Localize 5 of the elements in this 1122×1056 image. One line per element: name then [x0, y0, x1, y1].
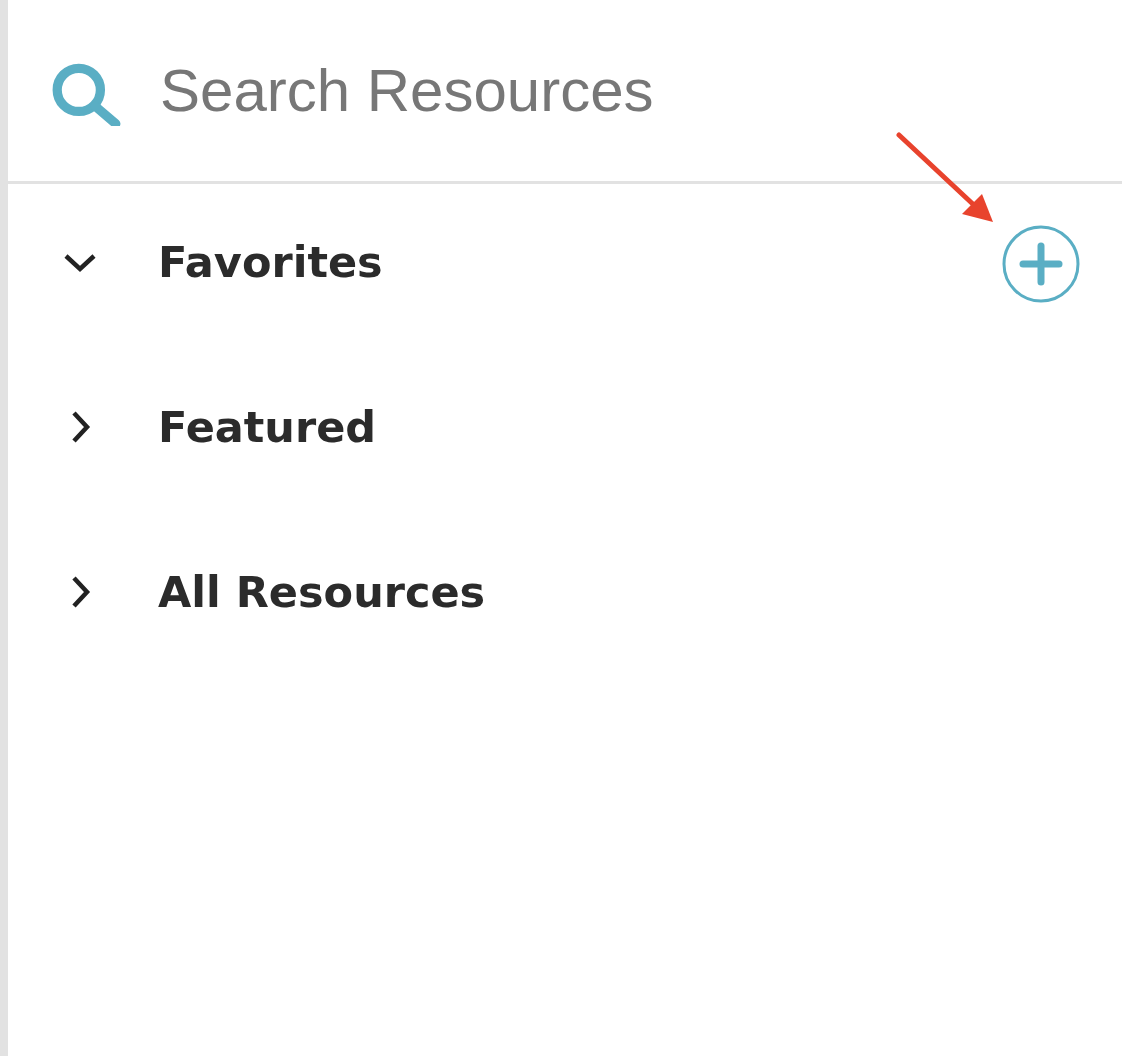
section-title[interactable]: All Resources: [158, 554, 486, 630]
search-field[interactable]: Search Resources: [160, 56, 960, 125]
section-title[interactable]: Favorites: [158, 224, 383, 300]
section-title[interactable]: Featured: [158, 389, 377, 465]
search-icon: [50, 61, 122, 126]
